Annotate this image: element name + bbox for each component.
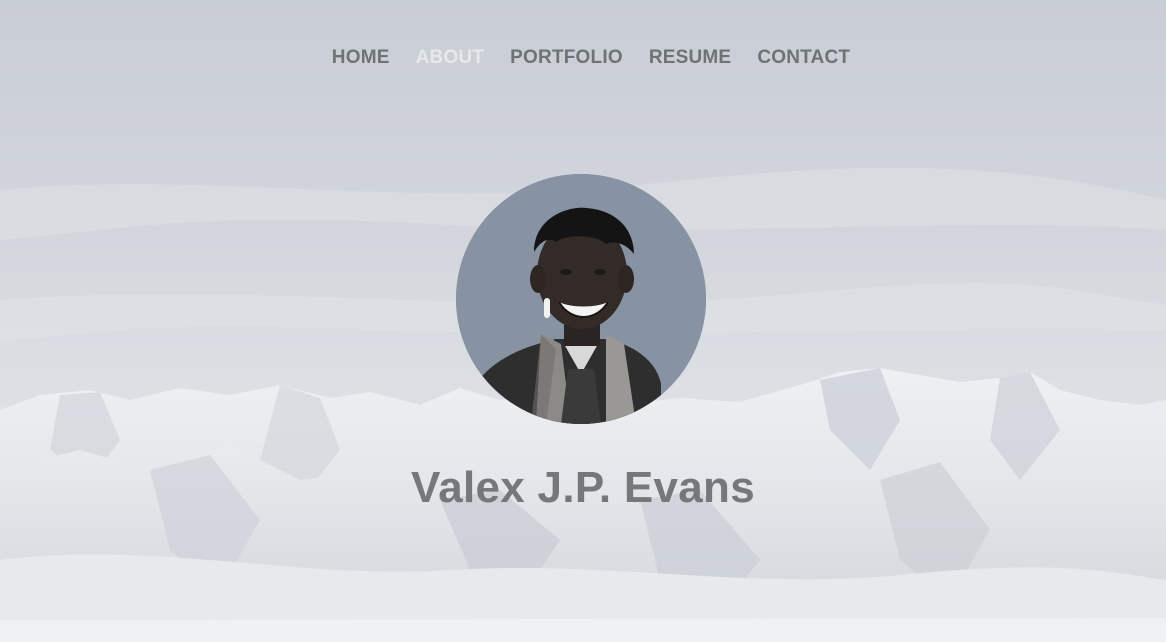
nav-contact-link[interactable]: CONTACT [757,47,850,69]
hero-section: HOME ABOUT PORTFOLIO RESUME CONTACT Vale… [0,0,1166,642]
profile-name-heading: Valex J.P. Evans [410,463,756,513]
nav-portfolio-link[interactable]: PORTFOLIO [510,47,623,69]
profile-photo [456,174,706,424]
main-navigation: HOME ABOUT PORTFOLIO RESUME CONTACT [0,47,1166,69]
nav-home-link[interactable]: HOME [332,47,390,69]
nav-about-link[interactable]: ABOUT [416,47,485,69]
nav-resume-link[interactable]: RESUME [649,47,732,69]
profile-avatar [456,174,706,424]
